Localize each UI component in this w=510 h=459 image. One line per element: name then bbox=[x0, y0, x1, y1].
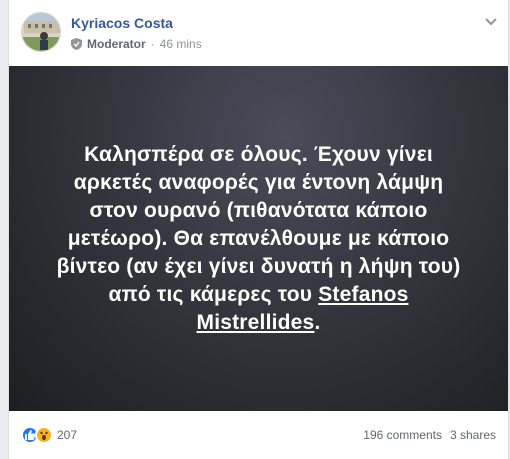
reaction-count: 207 bbox=[57, 428, 78, 442]
shares-count-link[interactable]: 3 shares bbox=[450, 428, 496, 442]
comments-count-link[interactable]: 196 comments bbox=[363, 428, 442, 442]
meta-separator: · bbox=[150, 37, 155, 51]
post-header: Kyriacos Costa Moderator · 46 mins bbox=[9, 0, 508, 66]
post-stats: 196 comments 3 shares bbox=[363, 428, 496, 442]
wow-icon bbox=[35, 426, 53, 444]
reactions-summary[interactable]: 207 bbox=[21, 426, 77, 444]
author-name[interactable]: Kyriacos Costa bbox=[71, 15, 173, 31]
post-card: Kyriacos Costa Moderator · 46 mins Καλησ… bbox=[8, 0, 509, 459]
post-text: Καλησπέρα σε όλους. Έχουν γίνει αρκετές … bbox=[49, 141, 468, 337]
post-timestamp[interactable]: 46 mins bbox=[160, 37, 202, 51]
post-footer: 207 196 comments 3 shares bbox=[9, 420, 508, 450]
post-background: Καλησπέρα σε όλους. Έχουν γίνει αρκετές … bbox=[9, 66, 508, 411]
author-avatar[interactable] bbox=[21, 12, 61, 52]
post-text-end: . bbox=[314, 310, 321, 334]
post-options-chevron-icon[interactable] bbox=[484, 14, 498, 26]
moderator-badge: Moderator bbox=[87, 37, 146, 51]
moderator-shield-icon bbox=[71, 38, 82, 50]
post-text-body: Καλησπέρα σε όλους. Έχουν γίνει αρκετές … bbox=[56, 142, 461, 306]
post-meta: Moderator · 46 mins bbox=[71, 37, 202, 51]
